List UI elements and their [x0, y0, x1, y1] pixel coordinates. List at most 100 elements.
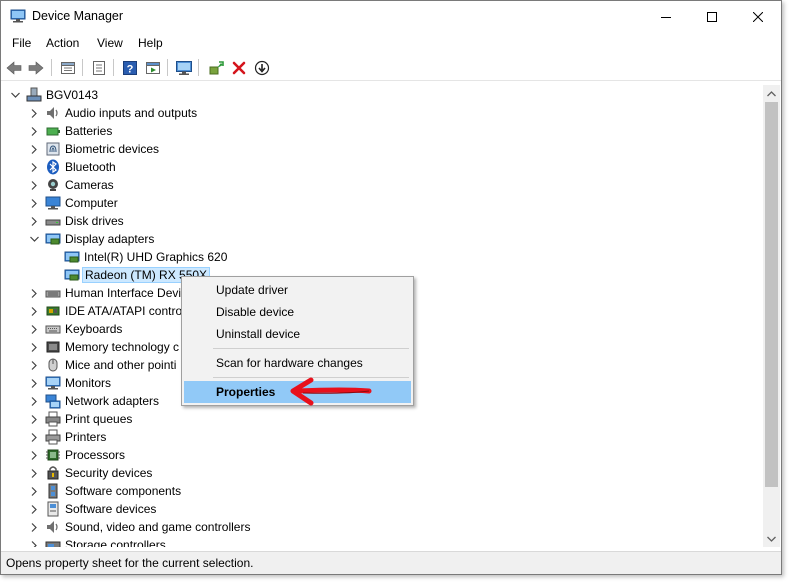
- tree-item-label: Intel(R) UHD Graphics 620: [84, 250, 228, 264]
- download-button[interactable]: [252, 58, 272, 78]
- menu-view[interactable]: View: [97, 36, 123, 50]
- maximize-button[interactable]: [689, 1, 735, 32]
- vertical-scrollbar[interactable]: [763, 85, 780, 547]
- chevron-down-icon: [10, 92, 20, 98]
- toolbar-separator: [113, 59, 114, 76]
- memory-icon: [45, 339, 61, 355]
- chevron-right-icon: [31, 180, 37, 190]
- expand-toggle[interactable]: [28, 161, 40, 173]
- chevron-right-icon: [31, 486, 37, 496]
- expand-toggle[interactable]: [28, 395, 40, 407]
- display-adapter-icon: [64, 249, 80, 265]
- camera-icon: [45, 177, 61, 193]
- tree-item[interactable]: Processors: [1, 446, 761, 464]
- expand-toggle[interactable]: [28, 341, 40, 353]
- show-hide-console-tree-button[interactable]: [89, 58, 109, 78]
- tree-item[interactable]: Batteries: [1, 122, 761, 140]
- expand-toggle[interactable]: [28, 287, 40, 299]
- expand-toggle[interactable]: [28, 107, 40, 119]
- context-menu-update-driver[interactable]: Update driver: [184, 279, 411, 301]
- scroll-up-button[interactable]: [763, 85, 780, 102]
- close-button[interactable]: [735, 1, 781, 32]
- menu-action[interactable]: Action: [46, 36, 79, 50]
- expand-toggle[interactable]: [28, 539, 40, 547]
- tree-item-label: Bluetooth: [65, 160, 116, 174]
- expand-toggle[interactable]: [28, 413, 40, 425]
- tree-item-label: Network adapters: [65, 394, 160, 408]
- tree-item-label: Print queues: [65, 412, 133, 426]
- print-queue-icon: [45, 411, 61, 427]
- tree-item[interactable]: Disk drives: [1, 212, 761, 230]
- tree-root[interactable]: BGV0143: [1, 86, 761, 104]
- properties-list-button[interactable]: [58, 58, 78, 78]
- scan-hardware-button[interactable]: [174, 58, 194, 78]
- help-icon: ?: [123, 61, 137, 76]
- expand-toggle[interactable]: [28, 197, 40, 209]
- forward-button[interactable]: [26, 58, 46, 78]
- expand-toggle[interactable]: [28, 467, 40, 479]
- expand-toggle[interactable]: [28, 215, 40, 227]
- collapse-toggle[interactable]: [9, 89, 21, 101]
- show-hide-console-tree-icon: [93, 61, 105, 75]
- update-driver-icon: [209, 61, 224, 75]
- minimize-button[interactable]: [643, 1, 689, 32]
- sound-icon: [45, 519, 61, 535]
- toolbar-separator: [82, 59, 83, 76]
- uninstall-button[interactable]: [229, 58, 249, 78]
- tree-item[interactable]: Printers: [1, 428, 761, 446]
- expand-toggle[interactable]: [28, 143, 40, 155]
- tree-item[interactable]: Print queues: [1, 410, 761, 428]
- expand-toggle[interactable]: [28, 305, 40, 317]
- context-menu-separator: [213, 348, 409, 349]
- expand-toggle[interactable]: [28, 431, 40, 443]
- context-menu-uninstall-device[interactable]: Uninstall device: [184, 323, 411, 345]
- tree-item[interactable]: Software devices: [1, 500, 761, 518]
- tree-item[interactable]: Audio inputs and outputs: [1, 104, 761, 122]
- network-adapter-icon: [45, 393, 61, 409]
- scroll-down-button[interactable]: [763, 530, 780, 547]
- tree-item[interactable]: Software components: [1, 482, 761, 500]
- context-menu-disable-device[interactable]: Disable device: [184, 301, 411, 323]
- tree-child-item[interactable]: Intel(R) UHD Graphics 620: [1, 248, 761, 266]
- collapse-toggle[interactable]: [28, 233, 40, 245]
- menu-file[interactable]: File: [12, 36, 31, 50]
- expand-toggle[interactable]: [28, 521, 40, 533]
- tree-item[interactable]: Computer: [1, 194, 761, 212]
- annotation-arrow-icon: [290, 377, 372, 406]
- tree-item[interactable]: Security devices: [1, 464, 761, 482]
- tree-item-label: Monitors: [65, 376, 112, 390]
- help-button[interactable]: ?: [120, 58, 140, 78]
- expand-toggle[interactable]: [28, 485, 40, 497]
- context-menu-scan-hardware[interactable]: Scan for hardware changes: [184, 352, 411, 374]
- expand-toggle[interactable]: [28, 377, 40, 389]
- software-device-icon: [45, 501, 61, 517]
- expand-toggle[interactable]: [28, 323, 40, 335]
- expand-toggle[interactable]: [28, 359, 40, 371]
- speaker-icon: [45, 105, 61, 121]
- tree-item[interactable]: Biometric devices: [1, 140, 761, 158]
- expand-toggle[interactable]: [28, 179, 40, 191]
- tree-item[interactable]: Bluetooth: [1, 158, 761, 176]
- run-button[interactable]: [143, 58, 163, 78]
- tree-item[interactable]: Display adapters: [1, 230, 761, 248]
- tree-item-label: Memory technology c: [65, 340, 180, 354]
- tree-item[interactable]: Storage controllers: [1, 536, 761, 547]
- tree-item-label: Sound, video and game controllers: [65, 520, 251, 534]
- expand-toggle[interactable]: [28, 503, 40, 515]
- update-driver-button[interactable]: [206, 58, 226, 78]
- tree-item-label: Batteries: [65, 124, 113, 138]
- disk-drive-icon: [45, 213, 61, 229]
- chevron-right-icon: [31, 468, 37, 478]
- window-title: Device Manager: [32, 9, 124, 23]
- chevron-right-icon: [31, 306, 37, 316]
- scrollbar-thumb[interactable]: [765, 102, 778, 487]
- expand-toggle[interactable]: [28, 449, 40, 461]
- back-button[interactable]: [4, 58, 24, 78]
- device-manager-icon: [10, 9, 26, 23]
- mouse-icon: [45, 357, 61, 373]
- tree-item[interactable]: Cameras: [1, 176, 761, 194]
- chevron-right-icon: [31, 414, 37, 424]
- tree-item[interactable]: Sound, video and game controllers: [1, 518, 761, 536]
- expand-toggle[interactable]: [28, 125, 40, 137]
- menu-help[interactable]: Help: [138, 36, 163, 50]
